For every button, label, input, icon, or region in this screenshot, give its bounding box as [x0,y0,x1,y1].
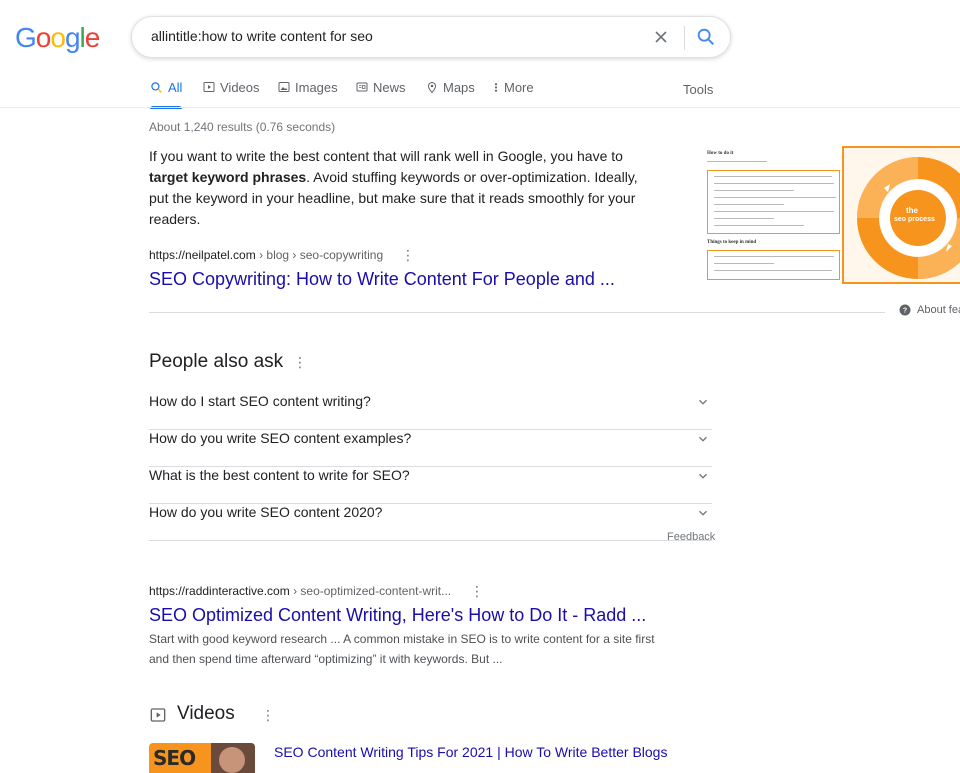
help-icon: ? [899,304,911,316]
tab-images[interactable]: Images [278,80,338,108]
image-text-line [714,256,834,257]
video-thumbnail[interactable]: SEO [149,743,255,773]
search-icon[interactable] [695,26,717,48]
image-text-line [714,197,836,198]
paa-question-text: How do I start SEO content writing? [149,393,371,409]
tab-maps[interactable]: Maps [426,80,475,108]
header-divider [0,107,960,108]
tab-label: News [373,80,406,95]
image-heading: How to do it [707,151,734,156]
chevron-down-icon [699,473,707,479]
cite-path: › blog › seo-copywriting [255,248,384,262]
clear-icon[interactable] [651,27,671,47]
tab-news[interactable]: News [356,80,406,108]
image-text-line [714,204,784,205]
search-icon [151,82,162,93]
search-input[interactable] [151,28,631,44]
tab-all[interactable]: All [150,80,183,109]
google-logo[interactable]: Google [15,22,100,54]
image-text-line [714,218,774,219]
chevron-down-icon [699,436,707,442]
more-vertical-icon [494,83,498,92]
search-tabs: All Videos Images News Maps More [150,80,720,109]
snippet-text-part: If you want to write the best content th… [149,148,623,164]
image-list-box [707,250,840,280]
image-panel-list: How to do it Things to keep in mind [704,146,840,284]
image-text-line [714,211,834,212]
videos-heading: Videos [177,703,235,724]
people-also-ask-heading: People also ask [149,351,284,372]
more-options-icon[interactable]: ⋮ [293,355,307,369]
paa-question[interactable]: What is the best content to write for SE… [149,467,712,504]
search-divider [684,26,685,50]
map-pin-icon [427,81,437,94]
paa-question[interactable]: How do I start SEO content writing? [149,393,712,430]
seo-process-label: seo process [894,216,935,223]
image-text-line [714,183,834,184]
tab-label: Images [295,80,338,95]
featured-image[interactable]: How to do it Things to keep in mind the … [704,146,960,284]
paa-question[interactable]: How do you write SEO content 2020? [149,504,712,541]
chevron-down-icon [699,510,707,516]
about-featured-snippets[interactable]: ? About fea [899,304,960,316]
news-icon [356,82,368,92]
thumbnail-text: SEO [153,746,196,770]
image-text-line [714,270,832,271]
image-text-line [707,161,767,162]
result-title-link[interactable]: SEO Copywriting: How to Write Content Fo… [149,269,615,290]
snippet-highlight: target keyword phrases [149,169,307,185]
paa-question-text: How do you write SEO content examples? [149,430,412,446]
more-options-icon[interactable]: ⋮ [261,708,275,722]
result-title-link[interactable]: SEO Optimized Content Writing, Here's Ho… [149,605,646,626]
paa-question-text: What is the best content to write for SE… [149,467,410,483]
image-text-line [714,263,774,264]
result-snippet: Start with good keyword research ... A c… [149,632,655,666]
thumbnail-face [219,747,245,773]
feedback-link[interactable]: Feedback [667,531,715,543]
video-play-icon [150,708,166,722]
tab-label: More [504,80,534,95]
image-panel-seo-process: the seo process [842,146,960,284]
paa-question[interactable]: How do you write SEO content examples? [149,430,712,467]
cite-domain: https://neilpatel.com [149,248,256,262]
about-label: About fea [917,304,960,316]
image-text-line [714,176,832,177]
image-text-line [714,225,804,226]
section-divider [149,312,885,313]
tab-label: Videos [220,80,260,95]
paa-divider [149,540,712,541]
result-stats: About 1,240 results (0.76 seconds) [149,120,336,134]
video-title-link[interactable]: SEO Content Writing Tips For 2021 | How … [274,744,667,760]
search-box [131,16,731,58]
image-text-line [714,190,794,191]
result-cite: https://raddinteractive.com › seo-optimi… [149,584,451,598]
featured-snippet-text: If you want to write the best content th… [149,146,649,230]
video-play-icon [203,82,215,92]
tab-more[interactable]: More [493,80,534,108]
paa-question-text: How do you write SEO content 2020? [149,504,383,520]
tools-button[interactable]: Tools [683,82,713,97]
cite-domain: https://raddinteractive.com [149,584,290,598]
seo-process-label: the [906,206,918,215]
image-heading: Things to keep in mind [707,240,757,245]
svg-text:?: ? [903,308,907,315]
result-cite: https://neilpatel.com › blog › seo-copyw… [149,248,383,262]
tab-label: All [168,80,183,95]
more-options-icon[interactable]: ⋮ [401,248,415,262]
image-icon [278,82,290,92]
image-list-box [707,170,840,234]
more-options-icon[interactable]: ⋮ [470,584,484,598]
tab-label: Maps [443,80,475,95]
chevron-down-icon [699,399,707,405]
tab-videos[interactable]: Videos [203,80,260,108]
cite-path: › seo-optimized-content-writ... [289,584,452,598]
